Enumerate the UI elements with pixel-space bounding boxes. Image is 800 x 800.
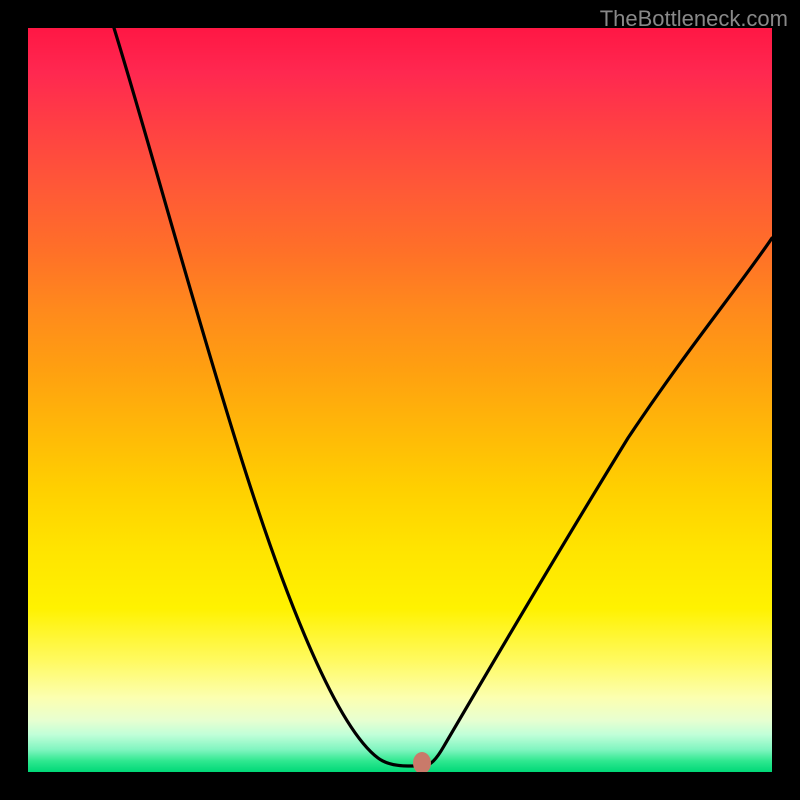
minimum-marker <box>413 752 431 772</box>
attribution-text: TheBottleneck.com <box>600 6 788 32</box>
curve-layer <box>28 28 772 772</box>
bottleneck-curve <box>114 28 772 766</box>
plot-area <box>28 28 772 772</box>
